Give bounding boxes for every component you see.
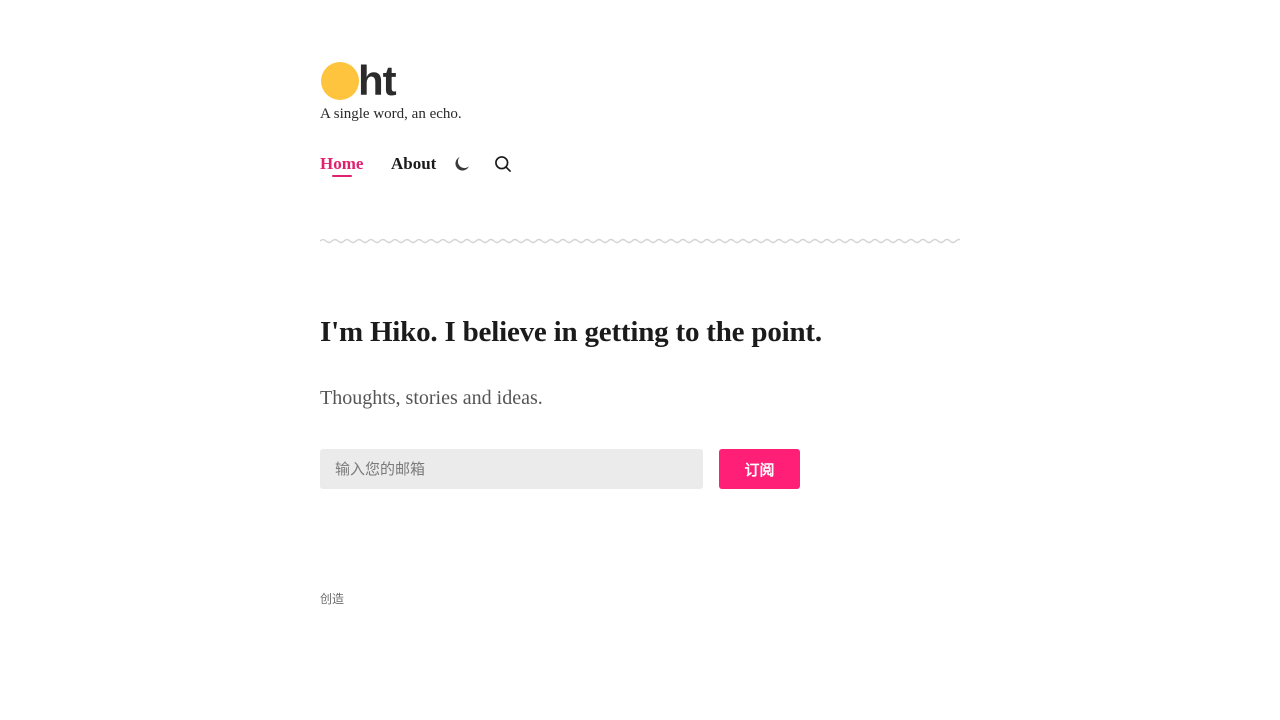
subscribe-button[interactable]: 订阅 bbox=[719, 449, 800, 489]
main-nav: Home About bbox=[320, 150, 960, 180]
logo-dot-icon bbox=[321, 62, 359, 100]
footer-credit[interactable]: 创造 bbox=[320, 590, 344, 607]
logo-text: ht bbox=[358, 57, 397, 104]
site-tagline: A single word, an echo. bbox=[320, 106, 462, 122]
nav-item-about[interactable]: About bbox=[391, 154, 436, 174]
hero-subtitle: Thoughts, stories and ideas. bbox=[320, 387, 543, 409]
hero-title: I'm Hiko. I believe in getting to the po… bbox=[320, 316, 822, 348]
subscribe-form: 订阅 bbox=[320, 449, 800, 489]
search-icon bbox=[495, 156, 511, 172]
email-input[interactable] bbox=[320, 449, 703, 489]
search-button[interactable] bbox=[492, 153, 514, 175]
page: ht A single word, an echo. Home About I'… bbox=[0, 0, 1280, 720]
wavy-divider bbox=[320, 238, 960, 244]
moon-icon bbox=[455, 156, 470, 171]
dark-mode-toggle[interactable] bbox=[451, 153, 473, 175]
nav-item-home[interactable]: Home bbox=[320, 154, 363, 174]
nav-active-indicator bbox=[332, 175, 352, 177]
site-logo[interactable]: ht bbox=[320, 57, 397, 104]
